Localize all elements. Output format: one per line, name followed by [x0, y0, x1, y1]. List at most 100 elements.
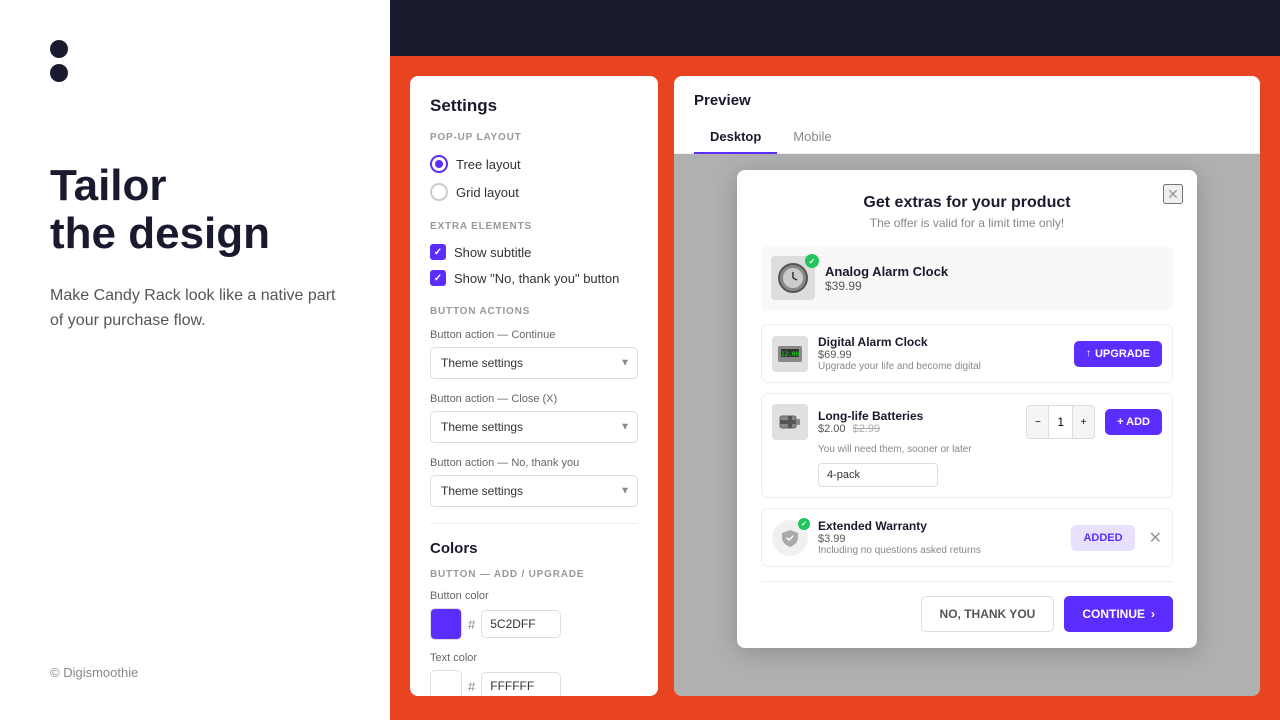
color-section-label: BUTTON — ADD / UPGRADE	[430, 569, 638, 580]
preview-panel: Preview Desktop Mobile ✕ Get extras for …	[674, 76, 1260, 696]
checkbox-show-no-thanks[interactable]: Show "No, thank you" button	[430, 270, 638, 286]
digital-clock-info: Digital Alarm Clock $69.99 Upgrade your …	[818, 335, 1064, 372]
tab-desktop[interactable]: Desktop	[694, 121, 777, 154]
text-color-swatch[interactable]	[430, 670, 462, 696]
preview-body: ✕ Get extras for your product The offer …	[674, 154, 1260, 696]
btn-action-close-wrapper: Theme settings ▼	[430, 411, 638, 443]
radio-circle-grid	[430, 183, 448, 201]
digital-clock-desc: Upgrade your life and become digital	[818, 361, 1064, 372]
warranty-shield-icon	[780, 528, 800, 548]
svg-text:12:00: 12:00	[781, 351, 799, 358]
warranty-icon	[772, 520, 808, 556]
current-product: Analog Alarm Clock $39.99	[761, 246, 1173, 310]
upsell-batteries: Long-life Batteries $2.00 $2.99 − 1 +	[761, 393, 1173, 498]
text-color-input[interactable]	[481, 672, 561, 696]
hash-symbol-text: #	[468, 679, 475, 694]
modal-footer: NO, THANK YOU CONTINUE ›	[761, 581, 1173, 632]
radio-circle-tree	[430, 155, 448, 173]
batteries-name: Long-life Batteries	[818, 409, 1016, 423]
headline-line2: the design	[50, 209, 270, 258]
warranty-name: Extended Warranty	[818, 519, 1061, 533]
product-details: Analog Alarm Clock $39.99	[825, 264, 948, 293]
pack-select[interactable]: 4-pack	[818, 463, 938, 487]
radio-label-grid: Grid layout	[456, 185, 519, 200]
extra-elements-label: EXTRA ELEMENTS	[430, 221, 638, 232]
batteries-image	[772, 404, 808, 440]
button-color-input[interactable]	[481, 610, 561, 638]
left-panel: Tailor the design Make Candy Rack look l…	[0, 0, 390, 720]
right-panel: Settings POP-UP LAYOUT Tree layout Grid …	[390, 0, 1280, 720]
pack-select-wrapper: 4-pack	[818, 463, 1162, 487]
product-price: $39.99	[825, 279, 948, 293]
batteries-price: $2.00 $2.99	[818, 423, 1016, 435]
radio-grid-layout[interactable]: Grid layout	[430, 183, 638, 201]
preview-title: Preview	[694, 92, 1240, 109]
left-content: Tailor the design Make Candy Rack look l…	[50, 162, 340, 374]
continue-button[interactable]: CONTINUE ›	[1064, 596, 1173, 632]
digital-clock-image: 12:00	[772, 336, 808, 372]
add-batteries-button[interactable]: + ADD	[1105, 409, 1162, 435]
btn-action-continue-label: Button action — Continue	[430, 329, 638, 341]
colors-title: Colors	[430, 540, 638, 557]
continue-btn-label: CONTINUE	[1082, 607, 1145, 621]
digital-clock-name: Digital Alarm Clock	[818, 335, 1064, 349]
product-name: Analog Alarm Clock	[825, 264, 948, 279]
headline-line1: Tailor	[50, 161, 167, 210]
modal-preview: ✕ Get extras for your product The offer …	[737, 170, 1197, 648]
upgrade-btn-label: UPGRADE	[1095, 348, 1150, 360]
checkbox-icon-no-thanks	[430, 270, 446, 286]
preview-tabs: Desktop Mobile	[694, 121, 1240, 153]
settings-panel: Settings POP-UP LAYOUT Tree layout Grid …	[410, 76, 658, 696]
button-actions-label: BUTTON ACTIONS	[430, 306, 638, 317]
button-color-row: Button color #	[430, 590, 638, 640]
logo	[50, 40, 340, 82]
button-color-swatch[interactable]	[430, 608, 462, 640]
hash-symbol-btn: #	[468, 617, 475, 632]
no-thanks-button[interactable]: NO, THANK YOU	[921, 596, 1055, 632]
btn-action-continue-wrapper: Theme settings ▼	[430, 347, 638, 379]
upgrade-button[interactable]: ↑ UPGRADE	[1074, 341, 1162, 367]
batteries-desc: You will need them, sooner or later	[818, 444, 1162, 455]
settings-title: Settings	[430, 96, 638, 116]
logo-dot-bottom	[50, 64, 68, 82]
radio-tree-layout[interactable]: Tree layout	[430, 155, 638, 173]
btn-action-close-label: Button action — Close (X)	[430, 393, 638, 405]
qty-value: 1	[1049, 415, 1072, 429]
preview-header: Preview Desktop Mobile	[674, 76, 1260, 154]
add-btn-label: ADD	[1126, 416, 1150, 428]
tab-mobile[interactable]: Mobile	[777, 121, 847, 154]
text-color-row: Text color #	[430, 652, 638, 696]
qty-increase-button[interactable]: +	[1072, 406, 1094, 438]
checkbox-label-subtitle: Show subtitle	[454, 245, 531, 260]
layout-radio-group: Tree layout Grid layout	[430, 155, 638, 201]
added-button[interactable]: ADDED	[1071, 525, 1134, 551]
btn-action-no-select[interactable]: Theme settings	[430, 475, 638, 507]
remove-warranty-button[interactable]: ✕	[1149, 528, 1162, 548]
logo-dot-top	[50, 40, 68, 58]
btn-action-no-label: Button action — No, thank you	[430, 457, 638, 469]
checkbox-show-subtitle[interactable]: Show subtitle	[430, 244, 638, 260]
checkbox-label-no-thanks: Show "No, thank you" button	[454, 271, 619, 286]
copyright: © Digismoothie	[50, 665, 340, 680]
modal-close-button[interactable]: ✕	[1163, 184, 1183, 204]
batteries-icon	[776, 408, 804, 436]
quantity-stepper[interactable]: − 1 +	[1026, 405, 1095, 439]
product-check-icon	[805, 254, 819, 268]
upsell-digital-clock: 12:00 Digital Alarm Clock $69.99 Upgrade…	[761, 324, 1173, 383]
popup-layout-label: POP-UP LAYOUT	[430, 132, 638, 143]
continue-arrow-icon: ›	[1151, 607, 1155, 621]
digital-clock-price: $69.99	[818, 349, 1064, 361]
radio-label-tree: Tree layout	[456, 157, 521, 172]
btn-action-close-select[interactable]: Theme settings	[430, 411, 638, 443]
batteries-price-original: $2.99	[853, 423, 881, 435]
warranty-check-icon	[798, 518, 810, 530]
subtext: Make Candy Rack look like a native part …	[50, 283, 340, 334]
headline: Tailor the design	[50, 162, 340, 259]
btn-action-continue-select[interactable]: Theme settings	[430, 347, 638, 379]
digital-clock-icon: 12:00	[776, 340, 804, 368]
qty-decrease-button[interactable]: −	[1027, 406, 1049, 438]
warranty-price: $3.99	[818, 533, 1061, 545]
upsell-warranty: Extended Warranty $3.99 Including no que…	[761, 508, 1173, 567]
button-color-label: Button color	[430, 590, 638, 602]
btn-action-no-wrapper: Theme settings ▼	[430, 475, 638, 507]
